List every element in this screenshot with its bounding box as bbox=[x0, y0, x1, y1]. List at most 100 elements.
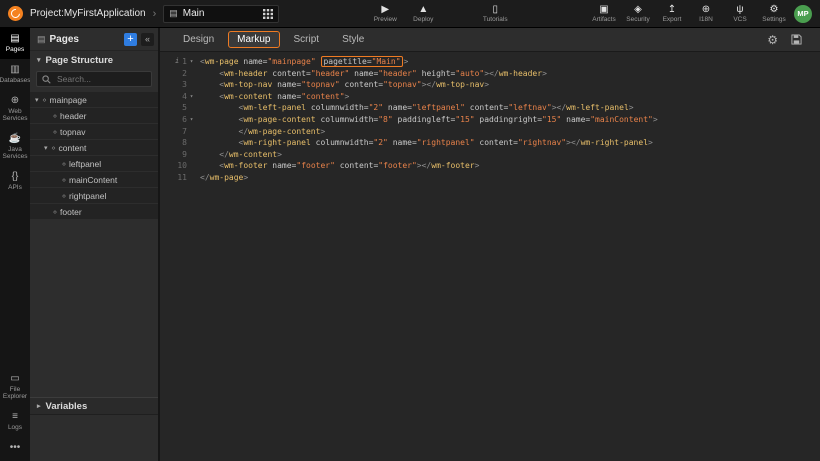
tab-style[interactable]: Style bbox=[333, 31, 373, 48]
deploy-button[interactable]: ▲Deploy bbox=[410, 4, 436, 23]
tree-node-label: footer bbox=[60, 207, 82, 217]
artifacts-label: Artifacts bbox=[592, 16, 615, 23]
code-line-3[interactable]: 3 <wm-top-nav name="topnav" content="top… bbox=[160, 79, 820, 91]
chevron-down-icon: ▾ bbox=[37, 56, 41, 64]
pages-panel-icon: ▤ bbox=[37, 34, 46, 45]
save-icon[interactable] bbox=[787, 34, 806, 45]
code-text: </wm-page-content> bbox=[196, 126, 325, 138]
rail-item-pages[interactable]: ▤Pages bbox=[0, 28, 30, 59]
artifacts-button[interactable]: ▣Artifacts bbox=[591, 4, 617, 23]
tree-node-label: content bbox=[59, 143, 87, 153]
tab-script[interactable]: Script bbox=[285, 31, 329, 48]
activity-bar: ▤Pages▥Databases⊕Web Services☕Java Servi… bbox=[0, 28, 30, 461]
tree-node-rightpanel[interactable]: ‹›rightpanel bbox=[30, 188, 158, 203]
fold-icon[interactable]: ▾ bbox=[187, 114, 196, 126]
gutter: i1▾ bbox=[160, 56, 196, 68]
gutter: 2 bbox=[160, 68, 196, 80]
markup-settings-gear-icon[interactable]: ⚙ bbox=[763, 33, 782, 47]
fold-icon[interactable]: ▾ bbox=[187, 56, 196, 68]
variables-section-header[interactable]: ▸ Variables bbox=[30, 397, 158, 415]
settings-label: Settings bbox=[762, 16, 786, 23]
tree-node-content[interactable]: ▾‹›content bbox=[30, 140, 158, 155]
code-line-4[interactable]: 4▾ <wm-content name="content"> bbox=[160, 91, 820, 103]
chevron-down-icon[interactable]: ▾ bbox=[35, 96, 39, 104]
markup-code-editor[interactable]: i1▾<wm-page name="mainpage" pagetitle="M… bbox=[160, 52, 820, 184]
tree-node-mainContent[interactable]: ‹›mainContent bbox=[30, 172, 158, 187]
rail-item-logs[interactable]: ≡ Logs bbox=[0, 406, 30, 437]
rail-item-apis[interactable]: {}APIs bbox=[0, 166, 30, 197]
code-line-11[interactable]: 11</wm-page> bbox=[160, 172, 820, 184]
chevron-down-icon[interactable]: ▾ bbox=[44, 144, 48, 152]
gutter: 7 bbox=[160, 126, 196, 138]
java-services-icon: ☕ bbox=[9, 133, 21, 144]
tree-node-leftpanel[interactable]: ‹›leftpanel bbox=[30, 156, 158, 171]
section-title: Page Structure bbox=[46, 55, 114, 66]
code-line-1[interactable]: i1▾<wm-page name="mainpage" pagetitle="M… bbox=[160, 56, 820, 68]
fold-icon[interactable]: ▾ bbox=[187, 91, 196, 103]
code-line-2[interactable]: 2 <wm-header content="header" name="head… bbox=[160, 68, 820, 80]
tree-node-mainpage[interactable]: ▾‹›mainpage bbox=[30, 92, 158, 107]
code-line-9[interactable]: 9 </wm-content> bbox=[160, 149, 820, 161]
code-text: <wm-right-panel columnwidth="2" name="ri… bbox=[196, 137, 653, 149]
activity-bar-top: ▤Pages▥Databases⊕Web Services☕Java Servi… bbox=[0, 28, 30, 197]
line-number: 9 bbox=[182, 149, 187, 161]
widget-icon: ‹› bbox=[62, 159, 65, 168]
security-button[interactable]: ◈Security bbox=[625, 4, 651, 23]
code-lines: i1▾<wm-page name="mainpage" pagetitle="M… bbox=[160, 56, 820, 184]
vcs-button[interactable]: ψVCS bbox=[727, 4, 753, 23]
rail-item-databases[interactable]: ▥Databases bbox=[0, 59, 30, 90]
vcs-label: VCS bbox=[733, 16, 746, 23]
tree-node-topnav[interactable]: ‹›topnav bbox=[30, 124, 158, 139]
settings-icon: ⚙ bbox=[770, 4, 779, 15]
gutter: 4▾ bbox=[160, 91, 196, 103]
logs-label: Logs bbox=[8, 424, 22, 431]
code-line-5[interactable]: 5 <wm-left-panel columnwidth="2" name="l… bbox=[160, 102, 820, 114]
rail-item-more[interactable]: ••• bbox=[0, 437, 30, 461]
variables-title: Variables bbox=[46, 401, 88, 412]
code-line-7[interactable]: 7 </wm-page-content> bbox=[160, 126, 820, 138]
export-icon: ↥ bbox=[668, 4, 676, 15]
apps-grid-icon[interactable] bbox=[263, 9, 273, 19]
tree-node-header[interactable]: ‹›header bbox=[30, 108, 158, 123]
tab-design[interactable]: Design bbox=[174, 31, 223, 48]
line-number: 7 bbox=[182, 126, 187, 138]
collapse-panel-button[interactable]: « bbox=[141, 33, 154, 46]
project-title: Project:MyFirstApplication bbox=[30, 8, 146, 19]
user-avatar[interactable]: MP bbox=[794, 5, 812, 23]
databases-icon: ▥ bbox=[10, 64, 19, 75]
code-line-8[interactable]: 8 <wm-right-panel columnwidth="2" name="… bbox=[160, 137, 820, 149]
rail-item-file-explorer[interactable]: ▭File Explorer bbox=[0, 368, 30, 406]
settings-button[interactable]: ⚙Settings bbox=[761, 4, 787, 23]
top-bar: Project:MyFirstApplication › ▤ Main ▶Pre… bbox=[0, 0, 820, 28]
activity-bar-bottom: ▭File Explorer ≡ Logs ••• bbox=[0, 368, 30, 461]
code-line-10[interactable]: 10 <wm-footer name="footer" content="foo… bbox=[160, 160, 820, 172]
page-selector[interactable]: ▤ Main bbox=[163, 5, 279, 23]
code-line-6[interactable]: 6▾ <wm-page-content columnwidth="8" padd… bbox=[160, 114, 820, 126]
topbar-center-actions: ▶Preview ▲Deploy ▯Tutorials bbox=[372, 4, 508, 23]
editor-tabs: Design Markup ScriptStyle bbox=[174, 31, 373, 48]
preview-button[interactable]: ▶Preview bbox=[372, 4, 398, 23]
vcs-icon: ψ bbox=[736, 4, 743, 15]
tab-markup[interactable]: Markup bbox=[228, 31, 279, 48]
widget-icon: ‹› bbox=[43, 95, 46, 104]
wavemaker-logo-icon bbox=[8, 6, 23, 21]
panel-title: Pages bbox=[50, 34, 120, 45]
logs-icon: ≡ bbox=[12, 411, 18, 422]
tree-node-footer[interactable]: ‹›footer bbox=[30, 204, 158, 219]
tutorials-button[interactable]: ▯Tutorials bbox=[482, 4, 508, 23]
export-button[interactable]: ↥Export bbox=[659, 4, 685, 23]
rail-item-java-services[interactable]: ☕Java Services bbox=[0, 128, 30, 166]
widget-icon: ‹› bbox=[62, 175, 65, 184]
gutter: 5 bbox=[160, 102, 196, 114]
preview-icon: ▶ bbox=[381, 4, 389, 15]
i18n-button[interactable]: ⊕I18N bbox=[693, 4, 719, 23]
code-text: <wm-left-panel columnwidth="2" name="lef… bbox=[196, 102, 634, 114]
rail-item-web-services[interactable]: ⊕Web Services bbox=[0, 90, 30, 128]
tutorials-label: Tutorials bbox=[483, 16, 508, 23]
page-structure-section-header[interactable]: ▾ Page Structure bbox=[30, 51, 158, 69]
search-input[interactable] bbox=[55, 73, 146, 85]
pages-icon: ▤ bbox=[10, 33, 19, 44]
preview-label: Preview bbox=[374, 16, 397, 23]
add-page-button[interactable]: + bbox=[124, 33, 137, 46]
widget-icon: ‹› bbox=[53, 111, 56, 120]
